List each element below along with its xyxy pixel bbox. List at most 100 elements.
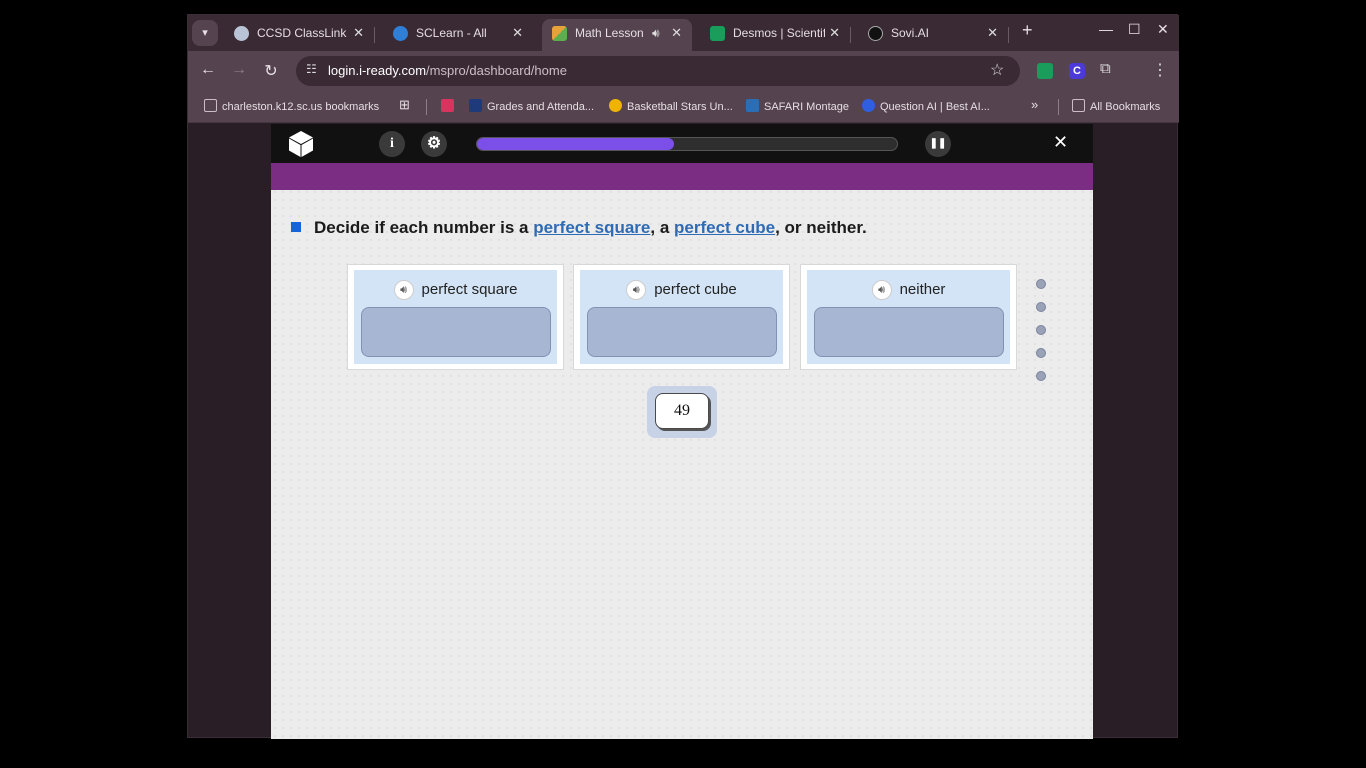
bin-perfect-square: 🔊︎ perfect square (347, 264, 564, 370)
bookmark-label: SAFARI Montage (764, 101, 849, 113)
bin-label: perfect square (421, 281, 518, 298)
bookmark-label: charleston.k12.sc.us bookmarks (222, 101, 380, 113)
url-host: login.i-ready.com (328, 63, 427, 78)
browser-toolbar: ← → ↻ ☷ login.i-ready.com/mspro/dashboar… (188, 51, 1179, 91)
page-dot[interactable] (1036, 325, 1046, 335)
pause-icon[interactable]: ❚❚ (925, 131, 951, 157)
page-dot[interactable] (1036, 302, 1046, 312)
bin-label: neither (899, 281, 946, 298)
tab-title: CCSD ClassLink (257, 26, 347, 40)
forward-arrow-icon[interactable]: → (229, 61, 249, 79)
ai-logo-icon (862, 99, 875, 112)
minimize-icon[interactable]: — (1099, 21, 1113, 37)
bookmark-star-icon[interactable]: ☆ (990, 60, 1004, 80)
dropzone-neither[interactable] (814, 307, 1004, 357)
tab-strip: ▾ CCSD ClassLink ✕ SCLearn - All ✕ Math … (188, 15, 1179, 51)
close-tab-icon[interactable]: ✕ (829, 19, 840, 47)
basketball-icon (609, 99, 622, 112)
bookmark-charleston[interactable]: charleston.k12.sc.us bookmarks (204, 99, 379, 113)
apps-grid-icon[interactable]: ⊞ (399, 97, 410, 113)
close-tab-icon[interactable]: ✕ (987, 19, 998, 47)
close-tab-icon[interactable]: ✕ (671, 19, 682, 47)
bookmark-label: Grades and Attenda... (487, 101, 595, 113)
bin-body: 🔊︎ perfect cube (580, 270, 783, 364)
tab-sovi-ai[interactable]: Sovi.AI ✕ (858, 19, 1009, 51)
dropzone-perfect-cube[interactable] (587, 307, 777, 357)
n-logo-icon (441, 99, 454, 112)
speaker-icon[interactable]: 🔊︎ (871, 280, 892, 300)
bookmark-safari[interactable]: SAFARI Montage (746, 99, 849, 113)
close-tab-icon[interactable]: ✕ (353, 19, 364, 47)
folder-icon (1072, 99, 1085, 112)
tab-ccsd-classlink[interactable]: CCSD ClassLink ✕ (224, 19, 375, 51)
page-dot[interactable] (1036, 348, 1046, 358)
bin-body: 🔊︎ neither (807, 270, 1010, 364)
lesson-page: i ⚙ ❚❚ ✕ Decide if each number is a perf… (271, 124, 1093, 739)
reload-icon[interactable]: ↻ (261, 61, 281, 81)
page-dot[interactable] (1036, 371, 1046, 381)
sovi-favicon-icon (868, 26, 883, 41)
tab-sclearn[interactable]: SCLearn - All ✕ (383, 19, 533, 51)
bookmark-basketball[interactable]: Basketball Stars Un... (609, 99, 733, 113)
tab-audio-speaker-icon[interactable]: 🔊︎ (652, 19, 660, 47)
bookmark-divider (426, 99, 427, 115)
bookmark-grades[interactable]: Grades and Attenda... (469, 99, 594, 113)
dropzone-perfect-square[interactable] (361, 307, 551, 357)
extension-icon[interactable] (1037, 63, 1053, 79)
lesson-progress-bar (476, 137, 898, 151)
close-lesson-icon[interactable]: ✕ (1053, 132, 1068, 153)
bookmark-n-icon[interactable] (441, 99, 459, 113)
sis-icon (469, 99, 482, 112)
menu-kebab-icon[interactable]: ⋮ (1152, 60, 1168, 80)
perfect-cube-glossary-link[interactable]: perfect cube (674, 218, 775, 237)
tab-title: Desmos | Scientific (733, 26, 825, 40)
tab-separator (1008, 27, 1009, 43)
info-icon[interactable]: i (379, 131, 405, 157)
number-tile[interactable]: 49 (655, 393, 709, 429)
bin-perfect-cube: 🔊︎ perfect cube (573, 264, 790, 370)
speaker-icon[interactable]: 🔊︎ (626, 280, 647, 300)
tab-search-chevron-icon[interactable]: ▾ (192, 20, 218, 46)
bookmark-label: Question AI | Best AI... (880, 101, 990, 113)
extensions-puzzle-icon[interactable]: ⧉ (1100, 60, 1111, 77)
all-bookmarks[interactable]: All Bookmarks (1072, 99, 1160, 113)
bookmark-divider (1058, 99, 1059, 115)
maximize-icon[interactable]: ☐ (1128, 21, 1141, 38)
bin-body: 🔊︎ perfect square (354, 270, 557, 364)
tile-tray: 49 (647, 386, 717, 438)
more-bookmarks-chevron-icon[interactable]: » (1031, 97, 1038, 112)
safari-montage-icon (746, 99, 759, 112)
tab-desmos[interactable]: Desmos | Scientific ✕ (700, 19, 851, 51)
extension-c-icon[interactable]: C (1069, 63, 1085, 79)
bin-label: perfect cube (654, 281, 737, 298)
bin-header: 🔊︎ perfect cube (580, 280, 783, 300)
bookmark-label: Basketball Stars Un... (627, 101, 733, 113)
sclearn-favicon-icon (393, 26, 408, 41)
bookmark-label: All Bookmarks (1090, 101, 1161, 113)
tab-separator (374, 27, 375, 43)
browser-window: ▾ CCSD ClassLink ✕ SCLearn - All ✕ Math … (187, 14, 1179, 739)
bookmarks-bar: charleston.k12.sc.us bookmarks ⊞ Grades … (188, 91, 1179, 123)
tab-title: Sovi.AI (891, 26, 930, 40)
url-text[interactable]: login.i-ready.com/mspro/dashboard/home (328, 63, 567, 78)
lesson-progress-fill (477, 138, 675, 150)
speaker-icon[interactable]: 🔊︎ (393, 280, 414, 300)
perfect-square-glossary-link[interactable]: perfect square (533, 218, 650, 237)
lesson-header-band (271, 163, 1093, 190)
classlink-favicon-icon (234, 26, 249, 41)
close-window-icon[interactable]: ✕ (1157, 21, 1169, 38)
settings-gear-icon[interactable]: ⚙ (421, 131, 447, 157)
bookmark-question-ai[interactable]: Question AI | Best AI... (862, 99, 990, 113)
instruction-part: Decide if each number is a (314, 218, 534, 237)
tab-math-lesson[interactable]: Math Lesson 1... 🔊︎ ✕ (542, 19, 692, 51)
tab-title: Math Lesson 1... (575, 26, 643, 40)
desmos-favicon-icon (710, 26, 725, 41)
page-dot[interactable] (1036, 279, 1046, 289)
iready-favicon-icon (552, 26, 567, 41)
address-bar[interactable]: ☷ login.i-ready.com/mspro/dashboard/home… (296, 56, 1020, 86)
close-tab-icon[interactable]: ✕ (512, 19, 523, 47)
instruction-part: , or neither. (775, 218, 867, 237)
back-arrow-icon[interactable]: ← (198, 61, 218, 79)
new-tab-button[interactable]: + (1022, 20, 1033, 41)
site-info-icon[interactable]: ☷ (306, 62, 317, 76)
